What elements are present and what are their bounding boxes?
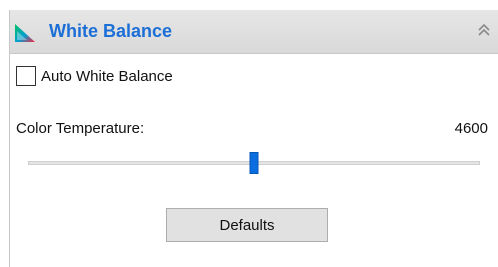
color-temperature-value: 4600 (454, 120, 488, 137)
panel-title: White Balance (49, 21, 173, 41)
slider-thumb[interactable] (249, 152, 259, 174)
color-temperature-slider[interactable] (28, 152, 480, 174)
color-temperature-label: Color Temperature: (16, 120, 145, 137)
defaults-button[interactable]: Defaults (166, 208, 328, 242)
white-balance-panel: White Balance Auto White Balance Color T… (0, 0, 498, 267)
auto-white-balance-label: Auto White Balance (41, 67, 173, 85)
auto-white-balance-checkbox[interactable] (16, 66, 36, 86)
color-gamut-icon (14, 23, 36, 43)
panel-header[interactable]: White Balance (10, 10, 498, 54)
double-chevron-up-icon[interactable] (476, 22, 492, 40)
auto-white-balance-option[interactable]: Auto White Balance (16, 66, 173, 86)
